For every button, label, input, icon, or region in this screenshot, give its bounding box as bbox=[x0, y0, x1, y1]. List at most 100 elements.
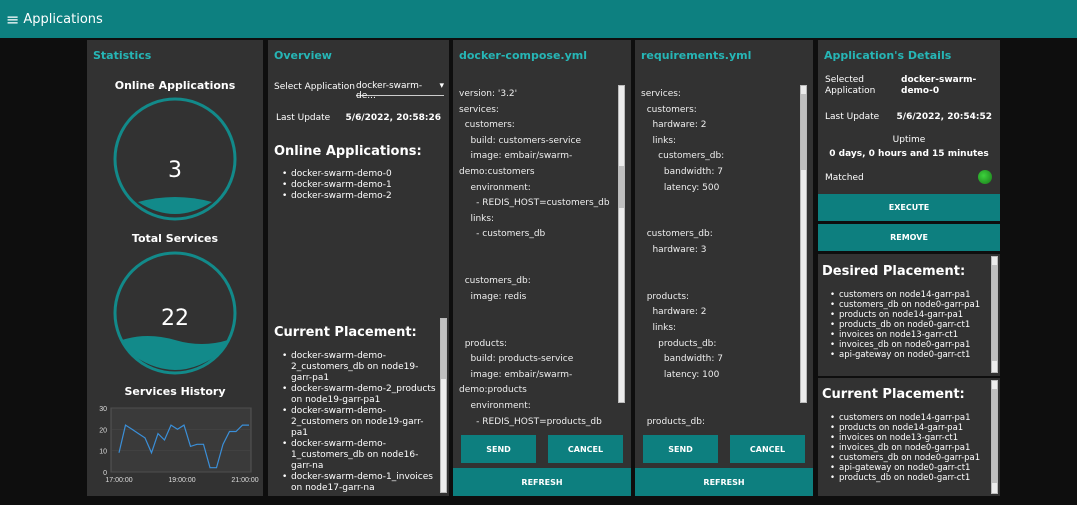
code-line: bandwidth: 7 bbox=[641, 354, 723, 365]
code-line: hardware: 2 bbox=[641, 120, 707, 131]
scroll-thumb[interactable] bbox=[441, 319, 446, 379]
x-tick-label: 17:00:00 bbox=[105, 477, 132, 484]
y-tick-label: 30 bbox=[99, 406, 107, 413]
code-line: - customers_db bbox=[459, 229, 546, 240]
hamburger-icon[interactable]: ≡ bbox=[6, 10, 19, 29]
desired-placement-box: Desired Placement: customers on node14-g… bbox=[818, 254, 1000, 376]
code-line: version: '3.2' bbox=[459, 89, 518, 99]
list-item: invoices_db on node0-garr-pa1 bbox=[828, 340, 993, 350]
compose-refresh-button[interactable]: REFRESH bbox=[453, 468, 631, 496]
remove-button[interactable]: REMOVE bbox=[818, 224, 1000, 251]
statistics-title: Statistics bbox=[93, 49, 152, 62]
code-line: hardware: 2 bbox=[641, 307, 707, 318]
details-title: Application's Details bbox=[824, 49, 952, 62]
app-header: ≡ Applications bbox=[0, 0, 1077, 38]
code-line: products_db: bbox=[641, 416, 705, 427]
scroll-thumb[interactable] bbox=[619, 166, 624, 208]
list-item: products on node14-garr-pa1 bbox=[828, 423, 993, 433]
requirements-scrollbar[interactable] bbox=[800, 85, 807, 403]
application-select[interactable]: docker-swarm-de... ▾ bbox=[356, 81, 444, 101]
last-update-value: 5/6/2022, 20:58:26 bbox=[345, 113, 441, 123]
code-line: build: customers-service bbox=[459, 135, 582, 146]
list-item: api-gateway on node0-garr-ct1 bbox=[828, 463, 993, 473]
code-line: bandwidth: 7 bbox=[641, 167, 723, 177]
x-tick-label: 19:00:00 bbox=[168, 477, 195, 484]
uptime-label: Uptime bbox=[892, 135, 926, 145]
code-line: products: bbox=[459, 338, 508, 349]
execute-button[interactable]: EXECUTE bbox=[818, 194, 1000, 221]
list-item: customers on node14-garr-pa1 bbox=[828, 413, 993, 423]
desired-scrollbar[interactable] bbox=[991, 256, 998, 373]
requirements-refresh-button[interactable]: REFRESH bbox=[635, 468, 813, 496]
uptime-value: 0 days, 0 hours and 15 minutes bbox=[829, 149, 989, 159]
code-line: products_db: bbox=[641, 338, 717, 349]
code-line: latency: 500 bbox=[641, 182, 720, 193]
list-item: invoices on node13-garr-ct1 bbox=[828, 433, 993, 443]
list-item: docker-swarm-demo-2_customers_db on node… bbox=[280, 351, 438, 384]
total-services-label: Total Services bbox=[131, 232, 219, 245]
code-line: customers_db: bbox=[641, 229, 713, 240]
application-details-panel: Application's Details Selected Applicati… bbox=[818, 40, 1000, 496]
code-line: - REDIS_HOST=customers_db bbox=[459, 198, 610, 209]
code-line: latency: 100 bbox=[641, 369, 720, 380]
docker-compose-title: docker-compose.yml bbox=[459, 49, 587, 62]
last-update-label: Last Update bbox=[276, 113, 331, 123]
scroll-thumb[interactable] bbox=[992, 265, 997, 361]
application-select-value: docker-swarm-de... bbox=[356, 81, 423, 101]
statistics-panel: Statistics Online Applications 3 Total S… bbox=[87, 40, 263, 496]
overview-title: Overview bbox=[274, 49, 332, 62]
list-item: products on node14-garr-pa1 bbox=[828, 310, 993, 320]
list-item: docker-swarm-demo-0 bbox=[280, 169, 445, 180]
desired-placement-list: customers on node14-garr-pa1 customers_d… bbox=[828, 290, 993, 360]
code-line: customers_db: bbox=[641, 151, 725, 162]
details-current-placement-list: customers on node14-garr-pa1 products on… bbox=[828, 413, 993, 483]
list-item: docker-swarm-demo-1 bbox=[280, 180, 445, 191]
y-tick-label: 0 bbox=[103, 470, 107, 477]
y-tick-label: 10 bbox=[99, 449, 107, 456]
online-applications-heading: Online Applications: bbox=[274, 144, 422, 159]
list-item: docker-swarm-demo-2 bbox=[280, 191, 445, 202]
code-line: services: bbox=[641, 89, 681, 99]
list-item: docker-swarm-demo-2_customers on node19-… bbox=[280, 406, 438, 439]
list-item: customers on node14-garr-pa1 bbox=[828, 290, 993, 300]
overview-panel: Overview Select Application docker-swarm… bbox=[268, 40, 449, 496]
code-line: links: bbox=[641, 135, 677, 146]
code-line: links: bbox=[459, 213, 495, 224]
online-applications-gauge: 3 bbox=[112, 96, 238, 222]
current-scrollbar[interactable] bbox=[991, 380, 998, 494]
requirements-editor[interactable]: services: customers: hardware: 2 links: … bbox=[635, 85, 813, 447]
services-history-chart: 30 20 10 017:00:00 19:00:00 21:00:00 bbox=[99, 406, 259, 484]
compose-send-button[interactable]: SEND bbox=[461, 435, 536, 463]
dropdown-arrow-icon: ▾ bbox=[439, 81, 444, 91]
services-history-label: Services History bbox=[124, 385, 226, 398]
details-last-update-value: 5/6/2022, 20:54:52 bbox=[896, 112, 992, 122]
details-current-placement-heading: Current Placement: bbox=[822, 387, 965, 402]
code-line: demo:products bbox=[459, 385, 527, 396]
code-line: links: bbox=[641, 323, 677, 333]
code-line: environment: bbox=[459, 401, 531, 411]
desired-placement-heading: Desired Placement: bbox=[822, 264, 966, 279]
code-line: image: redis bbox=[459, 291, 527, 302]
y-tick-label: 20 bbox=[99, 427, 107, 434]
page-title: Applications bbox=[23, 11, 103, 27]
requirements-cancel-button[interactable]: CANCEL bbox=[730, 435, 805, 463]
list-item: docker-swarm-demo-2_products on node19-g… bbox=[280, 384, 438, 406]
code-line: environment: bbox=[459, 182, 531, 193]
docker-compose-editor[interactable]: version: '3.2' services: customers: build… bbox=[453, 85, 631, 447]
code-line: customers_db: bbox=[459, 276, 531, 287]
online-applications-list: docker-swarm-demo-0 docker-swarm-demo-1 … bbox=[280, 169, 445, 202]
placement-scrollbar[interactable] bbox=[440, 318, 447, 493]
list-item: docker-swarm-demo-1_customers_db on node… bbox=[280, 439, 438, 472]
compose-cancel-button[interactable]: CANCEL bbox=[548, 435, 623, 463]
code-line: - REDIS_HOST=products_db bbox=[459, 416, 602, 427]
list-item: products_db on node0-garr-ct1 bbox=[828, 320, 993, 330]
scroll-thumb[interactable] bbox=[992, 389, 997, 483]
docker-compose-panel: docker-compose.yml version: '3.2' service… bbox=[453, 40, 631, 496]
code-line: customers: bbox=[459, 120, 515, 131]
compose-scrollbar[interactable] bbox=[618, 85, 625, 403]
scroll-thumb[interactable] bbox=[801, 94, 806, 170]
requirements-send-button[interactable]: SEND bbox=[643, 435, 718, 463]
total-services-gauge: 22 bbox=[112, 250, 238, 376]
details-last-update-label: Last Update bbox=[825, 112, 880, 122]
code-line: hardware: 3 bbox=[641, 245, 707, 255]
